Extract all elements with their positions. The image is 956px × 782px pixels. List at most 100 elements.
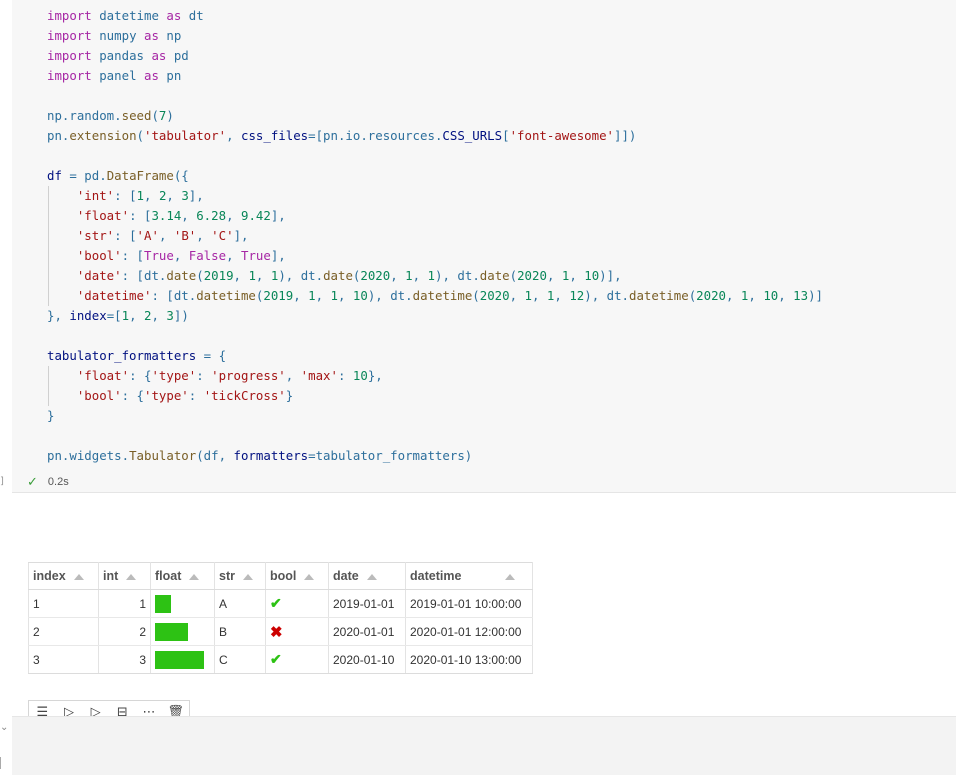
code-token: Tabulator <box>129 448 197 463</box>
code-line: 'date': [dt.date(2019, 1, 1), dt.date(20… <box>47 266 823 286</box>
cell-str[interactable]: C <box>214 645 266 674</box>
cell-int[interactable]: 1 <box>98 589 151 618</box>
code-token: : <box>188 388 204 403</box>
sort-arrow-icon[interactable] <box>304 573 315 580</box>
column-header-datetime[interactable]: datetime <box>405 562 533 590</box>
cell-str[interactable]: A <box>214 589 266 618</box>
code-token: , <box>144 188 159 203</box>
sort-arrow-icon[interactable] <box>366 573 377 580</box>
cell-datetime[interactable]: 2020-01-10 13:00:00 <box>405 645 533 674</box>
progress-track <box>155 650 207 669</box>
code-line: 'float': {'type': 'progress', 'max': 10}… <box>47 366 823 386</box>
code-token: pd <box>166 48 189 63</box>
code-token: False <box>188 248 227 263</box>
cell-bool[interactable]: ✖ <box>265 617 329 646</box>
sort-arrow-icon[interactable] <box>189 573 200 580</box>
code-token: 10 <box>584 268 600 283</box>
progress-bar <box>155 594 172 613</box>
code-token: , <box>158 228 174 243</box>
code-token: : <box>337 368 353 383</box>
code-token: 1 <box>308 288 316 303</box>
next-cell[interactable] <box>12 716 956 775</box>
code-line: } <box>47 406 823 426</box>
code-token: ), dt. <box>584 288 629 303</box>
cell-bool[interactable]: ✔ <box>265 589 329 618</box>
code-token: 'float' <box>76 208 130 223</box>
code-token: 2020 <box>479 288 510 303</box>
sort-arrow-icon[interactable] <box>242 573 253 580</box>
cell-str[interactable]: B <box>214 617 266 646</box>
code-line: df = pd.DataFrame({ <box>47 166 823 186</box>
column-header-index[interactable]: index <box>28 562 99 590</box>
column-header-str[interactable]: str <box>214 562 266 590</box>
cell-index[interactable]: 1 <box>28 589 99 618</box>
cell-index[interactable]: 3 <box>28 645 99 674</box>
sort-arrow-icon[interactable] <box>505 573 516 580</box>
code-token: pn.widgets. <box>47 448 130 463</box>
code-token: , <box>226 248 241 263</box>
cell-float[interactable] <box>150 645 215 674</box>
cell-date[interactable]: 2019-01-01 <box>328 589 406 618</box>
code-token: 'C' <box>211 228 234 243</box>
execution-duration: 0.2s <box>47 476 69 488</box>
code-token: ], <box>188 188 204 203</box>
column-header-float[interactable]: float <box>150 562 215 590</box>
table-row[interactable]: 3 3 C ✔ 2020-01-10 2020-01-10 13:00:00 <box>28 645 533 674</box>
code-token: , <box>778 288 794 303</box>
code-token: ( <box>472 288 480 303</box>
code-token: 'type' <box>144 388 189 403</box>
code-token: = { <box>203 348 227 363</box>
code-token: DataFrame <box>106 168 174 183</box>
code-token: =tabulator_formatters) <box>308 448 473 463</box>
code-line: pn.extension('tabulator', css_files=[pn.… <box>47 126 823 146</box>
code-token: 6.28 <box>196 208 227 223</box>
cell-float[interactable] <box>150 617 215 646</box>
code-token: , <box>129 308 145 323</box>
code-token: , <box>569 268 585 283</box>
cell-date[interactable]: 2020-01-10 <box>328 645 406 674</box>
code-line: tabulator_formatters = { <box>47 346 823 366</box>
column-header-int[interactable]: int <box>98 562 151 590</box>
cell-datetime[interactable]: 2020-01-01 12:00:00 <box>405 617 533 646</box>
code-token: 1 <box>121 308 130 323</box>
output-divider <box>12 492 956 493</box>
code-token: : [ <box>129 208 152 223</box>
code-token: 'B' <box>173 228 197 243</box>
code-token: tabulator_formatters <box>47 348 204 363</box>
cell-int[interactable]: 3 <box>98 645 151 674</box>
code-token: : [ <box>114 228 137 243</box>
table-row[interactable]: 2 2 B ✖ 2020-01-01 2020-01-01 12:00:00 <box>28 617 533 646</box>
sort-arrow-icon[interactable] <box>126 573 137 580</box>
column-header-date[interactable]: date <box>328 562 406 590</box>
cell-datetime[interactable]: 2019-01-01 10:00:00 <box>405 589 533 618</box>
collapse-chevron-icon[interactable]: ⌄ <box>0 722 8 733</box>
code-token: ], <box>270 208 286 223</box>
code-token: datetime <box>412 288 473 303</box>
code-token: 1 <box>427 268 436 283</box>
table-row[interactable]: 1 1 A ✔ 2019-01-01 2019-01-01 10:00:00 <box>28 589 533 618</box>
code-token: 12 <box>569 288 585 303</box>
tabulator-table[interactable]: index int float str bool date datetime 1… <box>28 562 533 674</box>
code-line: pn.widgets.Tabulator(df, formatters=tabu… <box>47 446 823 466</box>
code-token: ], <box>270 248 286 263</box>
code-token: , <box>285 368 301 383</box>
cell-index[interactable]: 2 <box>28 617 99 646</box>
code-token: extension <box>69 128 137 143</box>
cell-float[interactable] <box>150 589 215 618</box>
code-token: ), dt. <box>435 268 480 283</box>
cell-int[interactable]: 2 <box>98 617 151 646</box>
code-editor[interactable]: import datetime as dt import numpy as np i… <box>47 6 823 466</box>
code-token: pn <box>158 68 182 83</box>
code-token: pn. <box>47 128 70 143</box>
sort-arrow-icon[interactable] <box>73 573 84 580</box>
code-token: }, <box>47 308 70 323</box>
code-token: 3.14 <box>151 208 182 223</box>
code-line: np.random.seed(7) <box>47 106 823 126</box>
code-token: : [dt. <box>151 288 197 303</box>
cell-bool[interactable]: ✔ <box>265 645 329 674</box>
code-token: ), dt. <box>367 288 413 303</box>
column-header-bool[interactable]: bool <box>265 562 329 590</box>
cell-date[interactable]: 2020-01-01 <box>328 617 406 646</box>
